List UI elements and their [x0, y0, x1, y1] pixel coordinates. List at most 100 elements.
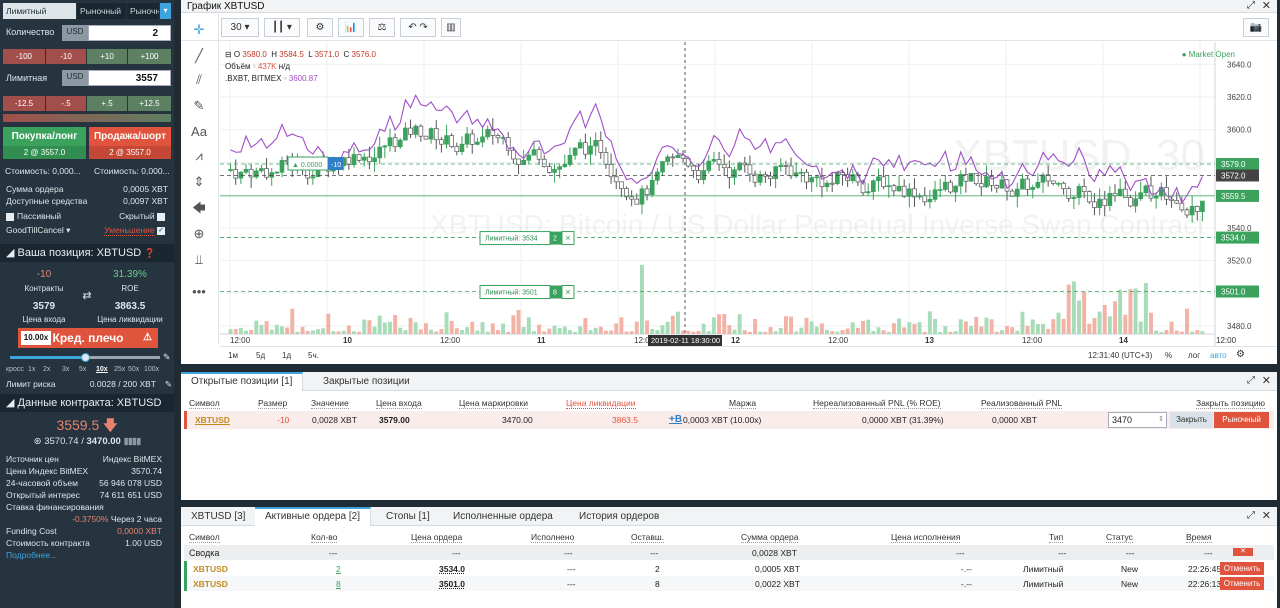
range-5h[interactable]: 5ч. [308, 351, 319, 360]
expand-icon[interactable]: ⤢ [1247, 375, 1255, 386]
add-margin-button[interactable]: +B [669, 414, 682, 425]
reduce-only-checkbox[interactable]: Уменьшение ✓ [104, 225, 168, 236]
percent-toggle[interactable]: % [1165, 351, 1172, 360]
quantity-input[interactable]: 2 [88, 25, 171, 41]
tab-stop-market[interactable]: Рыночный стоп [127, 3, 159, 19]
column-header[interactable]: Кол-во [311, 532, 338, 543]
pattern-tool[interactable]: ⩘ [181, 144, 217, 168]
column-header[interactable]: Исполнено [531, 532, 575, 543]
bar-chart-button[interactable]: ▥ [441, 18, 461, 37]
crosshair-tool[interactable]: ✛ [181, 18, 217, 42]
settings-button[interactable]: ⚙ [307, 18, 333, 37]
log-toggle[interactable]: лог [1188, 351, 1200, 360]
compare-button[interactable]: ⚖ [369, 18, 395, 37]
chart-type-select[interactable]: ┃┃ ▾ [264, 18, 300, 37]
table-row[interactable]: XBTUSD 8 3501.0 --- 8 0,0022 XBT -.-- Ли… [184, 576, 1274, 591]
lev-tick[interactable]: 5x [79, 366, 86, 373]
column-header[interactable]: Значение [311, 398, 349, 409]
lev-tick[interactable]: 3x [62, 366, 69, 373]
column-header[interactable]: Тип [1049, 532, 1064, 543]
column-header[interactable]: Нереализованный PNL (% ROE) [813, 398, 941, 409]
redo-icon[interactable]: ↷ [419, 22, 427, 33]
column-header[interactable]: Размер [258, 398, 288, 409]
measure-tool[interactable]: ⇕ [181, 170, 217, 194]
collapse-icon[interactable]: ⊟ [225, 50, 232, 59]
qty-minus-100-button[interactable]: -100 [3, 49, 45, 64]
column-header[interactable]: Маржа [729, 398, 757, 409]
text-tool[interactable]: Aa [181, 120, 217, 144]
back-tool[interactable]: 🡄 [181, 196, 217, 220]
order-price[interactable]: 3534.0 [439, 564, 465, 574]
zoom-tool[interactable]: ⊕ [181, 222, 217, 246]
price-minus-12-5-button[interactable]: -12.5 [3, 96, 45, 111]
close-price-input[interactable]: 3470 ⇕ [1108, 412, 1167, 428]
position-symbol[interactable]: XBTUSD [195, 415, 230, 425]
market-close-button[interactable]: Рыночный [1214, 412, 1269, 428]
range-1d[interactable]: 1д [282, 351, 291, 360]
cancel-all-button[interactable]: ✕ [1233, 548, 1253, 556]
interval-select[interactable]: 30 ▾ [221, 18, 259, 37]
column-header[interactable]: Оставш. [631, 532, 665, 543]
tab-market[interactable]: Рыночный [77, 3, 126, 19]
ruler-tool[interactable]: ⫫ [181, 248, 217, 272]
tab-open-positions[interactable]: Открытые позиции [1] [181, 372, 304, 391]
expand-icon[interactable]: ⤢ [1247, 0, 1255, 11]
leverage-slider-handle[interactable] [81, 353, 90, 362]
close-icon[interactable]: ✕ [1262, 509, 1271, 522]
stepper-icon[interactable]: ⇕ [1158, 413, 1164, 427]
undo-icon[interactable]: ↶ [408, 22, 416, 33]
more-order-types-button[interactable]: ▾ [160, 3, 171, 19]
lev-tick[interactable]: 2x [43, 366, 50, 373]
gear-icon[interactable]: ⚙ [1236, 349, 1245, 360]
fib-tool[interactable]: ⫽ [181, 68, 217, 92]
order-qty[interactable]: 2 [336, 564, 341, 574]
contract-section-header[interactable]: ◢ Данные контракта: XBTUSD [0, 394, 174, 412]
limit-price-input[interactable]: 3557 [88, 70, 171, 86]
qty-minus-10-button[interactable]: -10 [46, 49, 86, 64]
price-plus-0-5-button[interactable]: +.5 [87, 96, 127, 111]
tab-closed-positions[interactable]: Закрытые позиции [313, 372, 420, 391]
price-chart[interactable]: XBTUSD, 30XBTUSD: Bitcoin / US Dollar Pe… [220, 42, 1277, 346]
more-link[interactable]: Подробнее... [6, 550, 168, 560]
table-row[interactable]: XBTUSD -10 0,0028 XBT 3579.00 3470.00 38… [184, 411, 1274, 429]
column-header[interactable]: Символ [189, 532, 220, 543]
close-icon[interactable]: ✕ [1262, 0, 1271, 12]
leverage-slider-track[interactable] [10, 353, 160, 362]
sell-short-button[interactable]: Продажа/шорт 2 @ 3557.0 [89, 127, 171, 159]
column-header[interactable]: Закрыть позицию [1196, 398, 1265, 409]
qty-plus-100-button[interactable]: +100 [128, 49, 171, 64]
edit-icon[interactable]: ✎ [165, 379, 172, 390]
edit-icon[interactable]: ✎ [163, 352, 171, 363]
passive-checkbox[interactable]: Пассивный [6, 211, 61, 221]
range-1m[interactable]: 1м [228, 351, 238, 360]
hidden-checkbox[interactable]: Скрытый [119, 211, 168, 221]
price-plus-12-5-button[interactable]: +12.5 [128, 96, 171, 111]
tab-filled-orders[interactable]: Исполненные ордера [443, 507, 563, 526]
trendline-tool[interactable]: ╱ [181, 44, 217, 68]
order-qty[interactable]: 8 [336, 579, 341, 589]
column-header[interactable]: Цена исполнения [891, 532, 961, 543]
screenshot-button[interactable]: 📷 [1243, 18, 1269, 37]
position-section-header[interactable]: ◢ Ваша позиция: XBTUSD ❓ [0, 244, 174, 262]
column-header[interactable]: Сумма ордера [741, 532, 799, 543]
close-position-button[interactable]: Закрыть [1170, 412, 1213, 428]
indicators-button[interactable]: 📊 [338, 18, 364, 37]
lev-tick[interactable]: 50x [128, 366, 139, 373]
brush-tool[interactable]: ✎ [181, 94, 217, 118]
range-5d[interactable]: 5д [256, 351, 265, 360]
auto-toggle[interactable]: авто [1210, 351, 1227, 360]
column-header[interactable]: Цена ордера [411, 532, 463, 543]
column-header[interactable]: Время [1186, 532, 1212, 543]
cancel-order-button[interactable]: Отменить [1220, 577, 1264, 590]
tab-stops[interactable]: Стопы [1] [376, 507, 440, 526]
column-header[interactable]: Цена ликвидации [566, 398, 636, 409]
lev-tick[interactable]: 10x [96, 366, 108, 373]
close-icon[interactable]: ✕ [1262, 374, 1271, 387]
cancel-order-button[interactable]: Отменить [1220, 562, 1264, 575]
column-header[interactable]: Цена маркировки [459, 398, 529, 409]
column-header[interactable]: Статус [1106, 532, 1133, 543]
column-header[interactable]: Реализованный PNL [981, 398, 1063, 409]
tab-active-orders[interactable]: Активные ордера [2] [255, 507, 371, 526]
column-header[interactable]: Символ [189, 398, 220, 409]
order-symbol[interactable]: XBTUSD [193, 579, 228, 589]
